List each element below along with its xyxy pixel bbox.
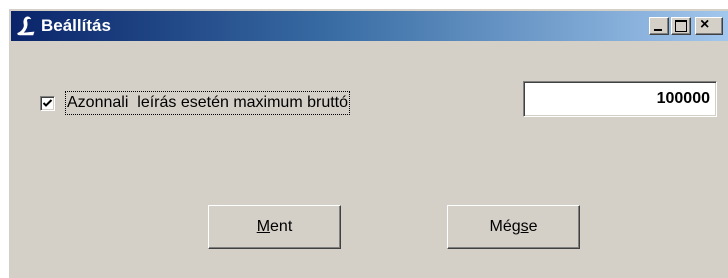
window-title: Beállítás: [41, 16, 111, 35]
minimize-button[interactable]: [649, 17, 669, 35]
checkmark-icon: [42, 99, 53, 107]
save-label-rest: ent: [270, 218, 293, 235]
cancel-button[interactable]: Mégse: [447, 205, 580, 249]
immediate-writeoff-label[interactable]: Azonnali leírás esetén maximum bruttó: [65, 91, 351, 115]
save-button[interactable]: Ment: [208, 205, 341, 249]
save-mnemonic: M: [256, 218, 271, 235]
max-gross-value-field[interactable]: 100000: [523, 81, 717, 117]
cancel-mnemonic: s: [520, 218, 529, 235]
title-bar[interactable]: Beállítás ×: [11, 11, 728, 41]
maximize-button[interactable]: [671, 17, 691, 35]
app-logo-icon: [15, 14, 37, 38]
cancel-label-rest: e: [528, 218, 538, 235]
close-icon: ×: [700, 16, 710, 33]
settings-dialog: Beállítás × Azonnali leírás esetén maxim…: [8, 8, 728, 278]
immediate-writeoff-checkbox[interactable]: [40, 96, 55, 111]
cancel-label-prefix: Még: [489, 218, 521, 235]
close-button[interactable]: ×: [695, 16, 723, 35]
